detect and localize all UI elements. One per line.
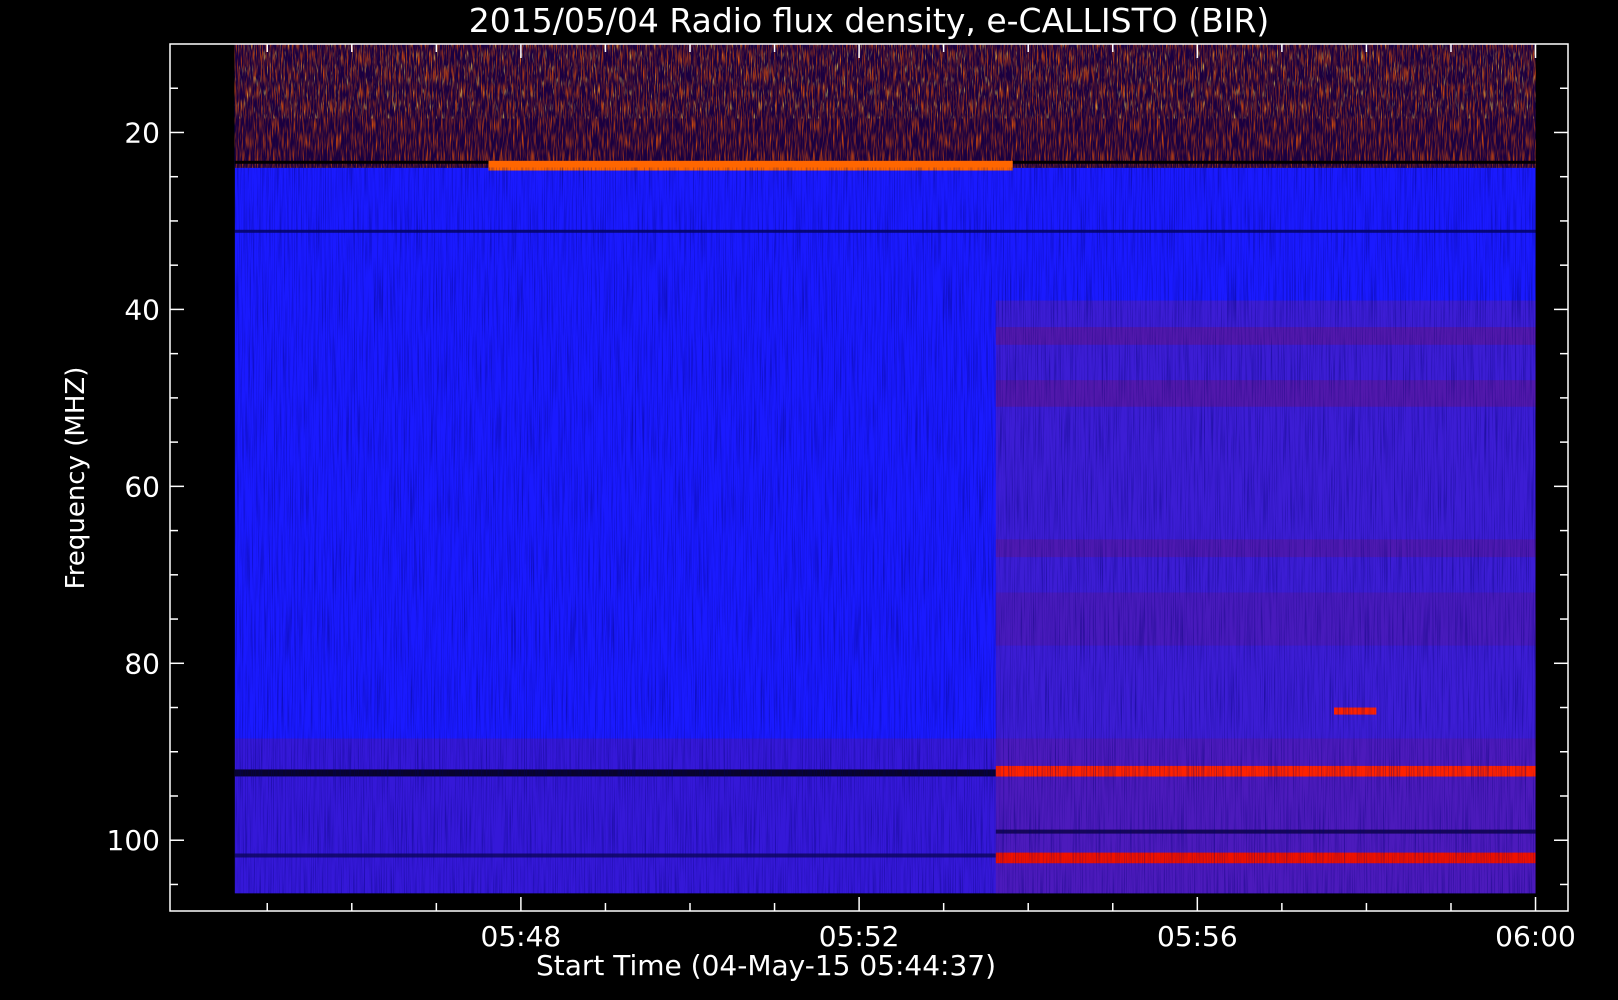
x-tick-label: 06:00 [1495,920,1576,953]
spectrogram-chart: 05:48 05:52 05:56 06:00 20406080100 2015/05… [0,0,1618,1000]
y-tick-label: 40 [124,293,160,326]
spectrogram-image [234,44,1536,894]
x-axis-label: Start Time (04-May-15 05:44:37) [536,949,996,982]
spectrogram-noise [234,167,1536,894]
y-tick-label: 100 [107,824,160,857]
spectrogram-top-highlights [234,44,1536,119]
y-tick-label: 80 [124,647,160,680]
chart-title: 2015/05/04 Radio flux density, e-CALLIST… [469,1,1270,40]
y-axis-label: Frequency (MHZ) [61,367,91,590]
y-tick-label: 60 [124,470,160,503]
y-tick-label: 20 [124,116,160,149]
x-tick-label: 05:56 [1157,920,1238,953]
